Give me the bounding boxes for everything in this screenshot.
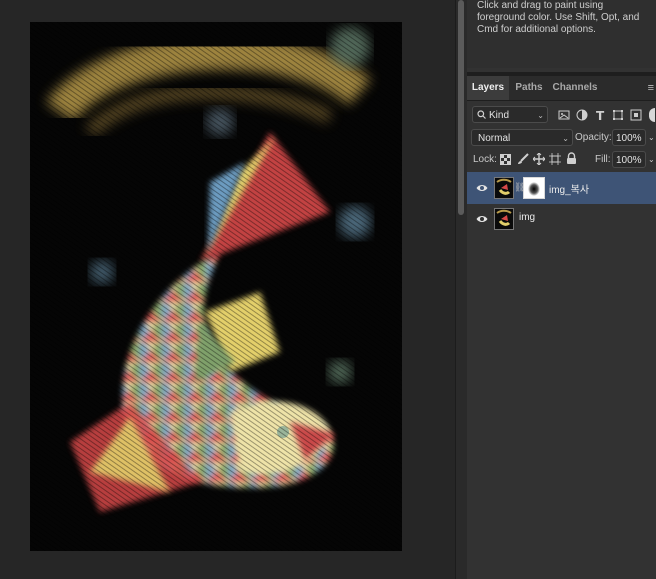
lock-transparent-pixels-icon[interactable] bbox=[500, 154, 511, 165]
layer-name[interactable]: img_복사 bbox=[549, 181, 589, 196]
shape-filter-icon[interactable] bbox=[611, 108, 625, 122]
scrollbar-thumb[interactable] bbox=[458, 0, 464, 215]
panel-menu-icon[interactable]: ≡ bbox=[648, 76, 654, 100]
lock-icon[interactable] bbox=[566, 152, 577, 165]
chevron-down-icon: ⌄ bbox=[562, 134, 569, 143]
panel-tabs: Layers Paths Channels ≡ bbox=[467, 76, 656, 101]
move-icon[interactable] bbox=[533, 153, 545, 165]
search-icon bbox=[477, 110, 486, 119]
adjustment-filter-icon[interactable] bbox=[575, 108, 589, 122]
svg-text:T: T bbox=[596, 109, 605, 122]
canvas-vertical-scrollbar[interactable] bbox=[455, 0, 467, 579]
chevron-down-icon: ⌄ bbox=[537, 111, 544, 120]
koi-fish-artwork[interactable] bbox=[30, 22, 402, 551]
layers-panel-empty-area bbox=[467, 234, 656, 579]
artwork-image bbox=[30, 22, 402, 551]
fill-input[interactable]: 100% bbox=[612, 151, 646, 168]
thumbnail-image bbox=[495, 209, 513, 229]
layer-row-img-copy[interactable]: ⛓ img_복사 bbox=[467, 172, 656, 204]
layer-thumbnail bbox=[494, 177, 514, 199]
layer-name[interactable]: img bbox=[519, 212, 535, 223]
right-panel: Click and drag to paint using foreground… bbox=[467, 0, 656, 579]
eye-icon[interactable] bbox=[476, 213, 488, 225]
tab-layers[interactable]: Layers bbox=[467, 76, 509, 100]
type-filter-icon[interactable]: T bbox=[593, 108, 607, 122]
layer-thumbnail bbox=[494, 208, 514, 230]
artboard-lock-icon[interactable] bbox=[549, 153, 561, 165]
blend-mode-label: Normal bbox=[478, 133, 511, 144]
info-text: Click and drag to paint using foreground… bbox=[477, 0, 640, 35]
filter-kind-select[interactable]: Kind ⌄ bbox=[472, 106, 548, 123]
layer-row-img[interactable]: img bbox=[467, 203, 656, 235]
opacity-input[interactable]: 100% bbox=[612, 129, 646, 146]
lock-label: Lock: bbox=[473, 154, 497, 165]
info-panel: Click and drag to paint using foreground… bbox=[467, 0, 656, 68]
filter-kind-label: Kind bbox=[489, 110, 510, 121]
opacity-chevron-icon[interactable]: ⌄ bbox=[648, 129, 655, 146]
document-canvas-area[interactable] bbox=[0, 0, 455, 579]
tab-paths[interactable]: Paths bbox=[511, 76, 547, 100]
pixel-filter-icon[interactable] bbox=[557, 108, 571, 122]
blend-mode-select[interactable]: Normal ⌄ bbox=[471, 129, 573, 146]
fill-chevron-icon[interactable]: ⌄ bbox=[648, 151, 655, 168]
smart-object-filter-icon[interactable] bbox=[629, 108, 643, 122]
layer-mask-thumbnail[interactable] bbox=[523, 177, 545, 199]
opacity-label: Opacity: bbox=[575, 132, 612, 143]
thumbnail-image bbox=[495, 178, 513, 198]
brush-icon[interactable] bbox=[517, 153, 529, 165]
mask-image bbox=[524, 178, 544, 198]
eye-icon[interactable] bbox=[476, 182, 488, 194]
tab-channels[interactable]: Channels bbox=[551, 76, 599, 100]
fill-label: Fill: bbox=[595, 154, 611, 165]
filter-toggle-icon[interactable] bbox=[649, 108, 655, 122]
